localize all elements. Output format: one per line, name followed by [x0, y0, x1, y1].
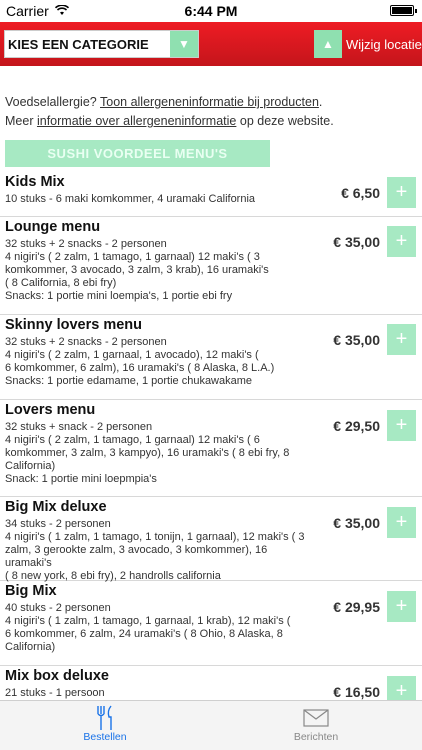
menu-item-price: € 6,50	[341, 185, 380, 201]
menu-item[interactable]: Big Mix deluxe 34 stuks - 2 personen 4 n…	[0, 497, 422, 582]
menu-item[interactable]: Skinny lovers menu 32 stuks + 2 snacks -…	[0, 315, 422, 400]
change-location-button[interactable]: ▲	[314, 30, 342, 58]
menu-item-price: € 29,95	[333, 599, 380, 615]
allergy-question: Voedselallergie?	[5, 95, 97, 109]
tab-bar: Bestellen Berichten	[0, 700, 422, 750]
add-button[interactable]: +	[387, 507, 416, 538]
menu-item-price: € 29,50	[333, 418, 380, 434]
add-button[interactable]: +	[387, 324, 416, 355]
menu-item-title: Big Mix	[5, 583, 57, 599]
menu-item-price: € 16,50	[333, 684, 380, 700]
show-allergen-info-link[interactable]: Toon allergeneninformatie bij producten	[100, 95, 319, 109]
menu-item-description: 10 stuks - 6 maki komkommer, 4 uramaki C…	[5, 193, 256, 205]
plus-icon: +	[395, 230, 408, 252]
plus-icon: +	[395, 328, 408, 350]
tab-messages[interactable]: Berichten	[261, 705, 371, 743]
more-label: Meer	[5, 114, 34, 128]
line1-period: .	[318, 95, 323, 109]
menu-item-description: 34 stuks - 2 personen 4 nigiri's ( 1 zal…	[5, 518, 305, 582]
plus-icon: +	[395, 511, 408, 533]
menu-item-title: Lounge menu	[5, 219, 101, 235]
change-location-label[interactable]: Wijzig locatie	[346, 37, 422, 52]
menu-item-title: Kids Mix	[5, 174, 65, 190]
menu-item-description: 21 stuks - 1 persoon	[5, 687, 105, 699]
allergy-info: Voedselallergie? Toon allergeneninformat…	[5, 93, 417, 131]
add-button[interactable]: +	[387, 226, 416, 257]
menu-item-title: Big Mix deluxe	[5, 499, 107, 515]
category-select-label: KIES EEN CATEGORIE	[8, 36, 149, 52]
tab-order-label: Bestellen	[83, 731, 127, 743]
allergy-info-line1: Voedselallergie? Toon allergeneninformat…	[5, 93, 417, 112]
allergen-info-website-link[interactable]: informatie over allergeneninformatie	[37, 114, 236, 128]
on-website-label: op deze website.	[239, 114, 334, 128]
menu-item-price: € 35,00	[333, 515, 380, 531]
tab-messages-label: Berichten	[293, 731, 339, 743]
battery-icon	[390, 5, 417, 16]
add-button[interactable]: +	[387, 410, 416, 441]
allergy-info-line2: Meer informatie over allergeneninformati…	[5, 112, 417, 131]
menu-item-price: € 35,00	[333, 234, 380, 250]
menu-item-title: Skinny lovers menu	[5, 317, 142, 333]
menu-item[interactable]: Lounge menu 32 stuks + 2 snacks - 2 pers…	[0, 217, 422, 315]
envelope-icon	[261, 705, 371, 731]
status-bar: Carrier 6:44 PM	[0, 0, 422, 22]
status-time: 6:44 PM	[184, 3, 238, 19]
menu-item[interactable]: Lovers menu 32 stuks + snack - 2 persone…	[0, 400, 422, 497]
menu-item-title: Lovers menu	[5, 402, 96, 418]
menu-item[interactable]: Kids Mix 10 stuks - 6 maki komkommer, 4 …	[0, 172, 422, 217]
chevron-up-icon: ▲	[322, 37, 334, 51]
plus-icon: +	[395, 414, 408, 436]
menu-item-description: 32 stuks + 2 snacks - 2 personen 4 nigir…	[5, 336, 275, 387]
tab-order[interactable]: Bestellen	[50, 705, 160, 743]
top-bar: KIES EEN CATEGORIE ▼ ▲ Wijzig locatie	[0, 22, 422, 66]
menu-item-title: Mix box deluxe	[5, 668, 109, 684]
add-button[interactable]: +	[387, 177, 416, 208]
plus-icon: +	[395, 595, 408, 617]
menu-item-price: € 35,00	[333, 332, 380, 348]
add-button[interactable]: +	[387, 591, 416, 622]
menu-item-description: 40 stuks - 2 personen 4 nigiri's ( 1 zal…	[5, 602, 291, 653]
section-title: SUSHI VOORDEEL MENU'S	[5, 140, 270, 167]
category-select[interactable]: KIES EEN CATEGORIE ▼	[4, 30, 199, 58]
menu-item-description: 32 stuks + 2 snacks - 2 personen 4 nigir…	[5, 238, 269, 302]
chevron-down-icon[interactable]: ▼	[170, 31, 198, 57]
plus-icon: +	[395, 181, 408, 203]
menu-item-description: 32 stuks + snack - 2 personen 4 nigiri's…	[5, 421, 290, 485]
menu-item[interactable]: Big Mix 40 stuks - 2 personen 4 nigiri's…	[0, 581, 422, 666]
cutlery-icon	[50, 705, 160, 731]
